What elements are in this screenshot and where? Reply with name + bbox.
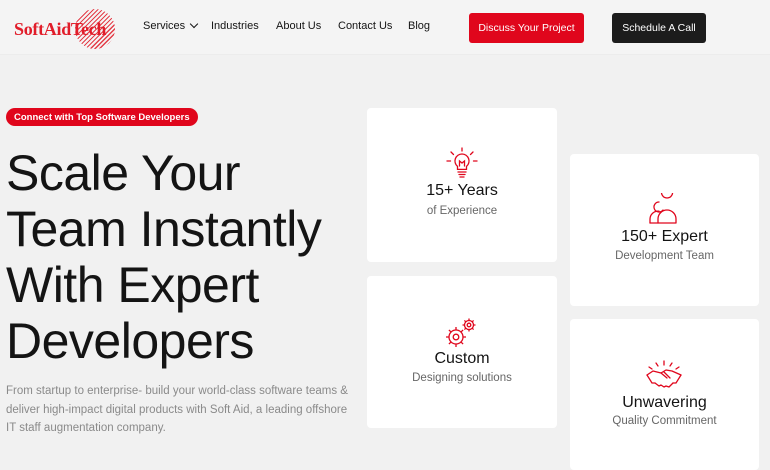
discuss-project-button[interactable]: Discuss Your Project <box>469 13 584 43</box>
nav-item-blog[interactable]: Blog <box>408 20 430 32</box>
nav-item-services[interactable]: Services <box>143 19 199 32</box>
card-title: Custom <box>434 350 490 367</box>
card-title: 15+ Years <box>426 182 498 199</box>
hero-title: Scale Your Team Instantly With Expert De… <box>6 145 361 369</box>
stat-card-quality: Unwavering Quality Commitment <box>570 319 759 470</box>
card-subtitle: of Experience <box>426 205 498 217</box>
card-subtitle: Designing solutions <box>412 372 512 384</box>
hero-description: From startup to enterprise- build your w… <box>6 385 348 434</box>
nav-item-label: About Us <box>276 20 322 32</box>
brand-logo[interactable]: SoftAidTech <box>10 9 116 49</box>
hero-title-line: With Expert <box>6 257 259 313</box>
stat-card-custom: Custom Designing solutions <box>367 276 557 428</box>
nav-item-contact-us[interactable]: Contact Us <box>338 20 392 32</box>
nav-item-label: Contact Us <box>338 20 393 32</box>
card-subtitle: Development Team <box>615 250 714 262</box>
gears-icon <box>446 318 476 347</box>
team-icon <box>649 193 677 224</box>
chevron-down-icon <box>189 19 199 29</box>
nav-item-label: Industries <box>211 20 259 32</box>
site-header: SoftAidTech Services Industries About Us… <box>0 0 770 55</box>
hero-title-line: Developers <box>6 313 254 369</box>
handshake-icon <box>646 360 682 388</box>
lightbulb-icon <box>446 147 478 178</box>
stat-card-experience: 15+ Years of Experience <box>367 108 557 262</box>
nav-item-industries[interactable]: Industries <box>211 20 259 32</box>
nav-item-about-us[interactable]: About Us <box>276 20 321 32</box>
card-subtitle: Quality Commitment <box>612 415 717 427</box>
logo-text: SoftAidTech <box>14 19 107 39</box>
card-title: Unwavering <box>622 394 707 411</box>
schedule-call-button[interactable]: Schedule A Call <box>612 13 706 43</box>
stat-card-team: 150+ Expert Development Team <box>570 154 759 306</box>
card-title: 150+ Expert <box>621 228 708 245</box>
nav-item-label: Blog <box>408 20 431 32</box>
hero-badge: Connect with Top Software Developers <box>6 108 198 126</box>
hero-title-line: Scale Your <box>6 145 241 201</box>
hero-title-line: Team Instantly <box>6 201 322 257</box>
nav-item-label: Services <box>143 20 186 32</box>
